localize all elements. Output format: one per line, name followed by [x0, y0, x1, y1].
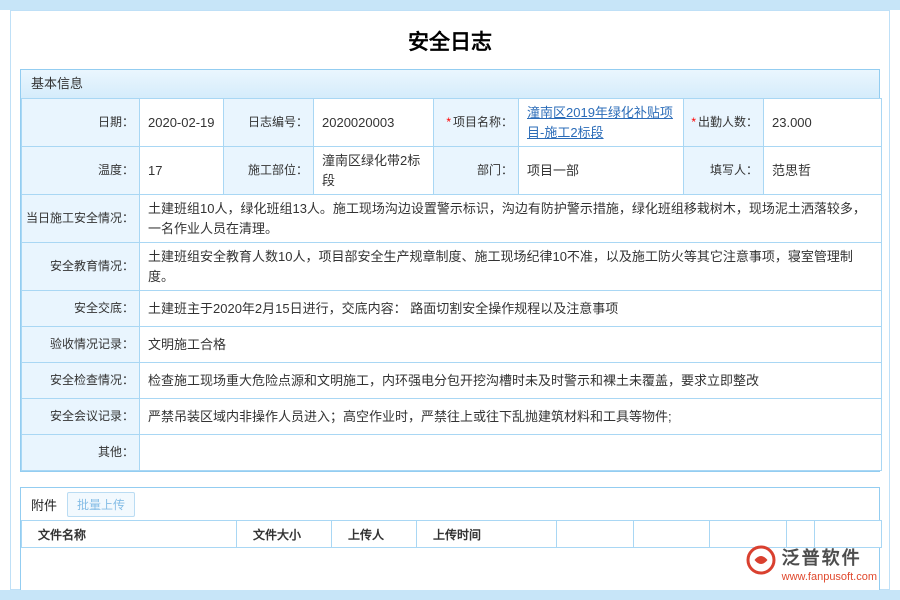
safety-situation-row: 当日施工安全情况： 土建班组10人，绿化班组13人。施工现场沟边设置警示标识，沟… [22, 195, 882, 243]
required-marker: * [691, 115, 696, 129]
safety-education-label: 安全教育情况： [22, 243, 140, 291]
required-marker: * [446, 115, 451, 129]
attendance-value: 23.000 [764, 99, 882, 147]
other-row: 其他： [22, 435, 882, 471]
construction-part-value: 潼南区绿化带2标段 [314, 147, 434, 195]
acceptance-record-value: 文明施工合格 [140, 327, 882, 363]
fanpu-brand-text: 泛普软件 [782, 544, 877, 570]
writer-value: 范思哲 [764, 147, 882, 195]
safety-disclosure-label: 安全交底： [22, 291, 140, 327]
top-border-strip [0, 0, 900, 10]
log-number-value: 2020020003 [314, 99, 434, 147]
project-name-link[interactable]: 潼南区2019年绿化补贴项目-施工2标段 [527, 105, 673, 140]
safety-meeting-row: 安全会议记录： 严禁吊装区域内非操作人员进入；高空作业时，严禁往上或往下乱抛建筑… [22, 399, 882, 435]
basic-row-1: 日期： 2020-02-19 日志编号： 2020020003 *项目名称： 潼… [22, 99, 882, 147]
attachments-title: 附件 [31, 495, 57, 514]
acceptance-record-label: 验收情况记录： [22, 327, 140, 363]
column-empty-1 [557, 521, 634, 548]
other-value [140, 435, 882, 471]
safety-disclosure-row: 安全交底： 土建班主于2020年2月15日进行，交底内容： 路面切割安全操作规程… [22, 291, 882, 327]
department-value: 项目一部 [519, 147, 684, 195]
project-name-label: *项目名称： [434, 99, 519, 147]
basic-info-table: 日期： 2020-02-19 日志编号： 2020020003 *项目名称： 潼… [21, 98, 882, 471]
bottom-border-strip [0, 590, 900, 600]
safety-situation-label: 当日施工安全情况： [22, 195, 140, 243]
batch-upload-button[interactable]: 批量上传 [67, 492, 135, 517]
acceptance-record-row: 验收情况记录： 文明施工合格 [22, 327, 882, 363]
safety-education-value: 土建班组安全教育人数10人，项目部安全生产规章制度、施工现场纪律10不准，以及施… [140, 243, 882, 291]
basic-info-panel: 基本信息 日期： 2020-02-19 日志编号： 2020020003 *项目… [20, 69, 880, 472]
fanpu-logo-icon [745, 544, 777, 576]
date-value: 2020-02-19 [140, 99, 224, 147]
temperature-value: 17 [140, 147, 224, 195]
attendance-label: *出勤人数： [684, 99, 764, 147]
safety-inspection-value: 检查施工现场重大危险点源和文明施工，内环强电分包开挖沟槽时未及时警示和裸土未覆盖… [140, 363, 882, 399]
safety-meeting-value: 严禁吊装区域内非操作人员进入；高空作业时，严禁往上或往下乱抛建筑材料和工具等物件… [140, 399, 882, 435]
department-label: 部门： [434, 147, 519, 195]
fanpu-watermark-text: 泛普软件 www.fanpusoft.com [782, 544, 877, 583]
project-name-cell: 潼南区2019年绿化补贴项目-施工2标段 [519, 99, 684, 147]
safety-meeting-label: 安全会议记录： [22, 399, 140, 435]
page-container: 安全日志 基本信息 日期： 2020-02-19 日志编号： 202002000… [10, 10, 890, 590]
basic-row-2: 温度： 17 施工部位： 潼南区绿化带2标段 部门： 项目一部 填写人： 范思哲 [22, 147, 882, 195]
attachments-toolbar: 附件 批量上传 [21, 488, 879, 520]
basic-info-section-title: 基本信息 [21, 70, 879, 98]
fanpu-watermark: 泛普软件 www.fanpusoft.com [745, 544, 877, 583]
attendance-label-text: 出勤人数： [698, 115, 758, 129]
column-file-size: 文件大小 [237, 521, 332, 548]
column-upload-time: 上传时间 [417, 521, 557, 548]
column-empty-2 [634, 521, 710, 548]
column-file-name: 文件名称 [22, 521, 237, 548]
writer-label: 填写人： [684, 147, 764, 195]
project-name-label-text: 项目名称： [453, 115, 513, 129]
safety-situation-value: 土建班组10人，绿化班组13人。施工现场沟边设置警示标识，沟边有防护警示措施，绿… [140, 195, 882, 243]
construction-part-label: 施工部位： [224, 147, 314, 195]
safety-inspection-row: 安全检查情况： 检查施工现场重大危险点源和文明施工，内环强电分包开挖沟槽时未及时… [22, 363, 882, 399]
safety-disclosure-value: 土建班主于2020年2月15日进行，交底内容： 路面切割安全操作规程以及注意事项 [140, 291, 882, 327]
log-number-label: 日志编号： [224, 99, 314, 147]
other-label: 其他： [22, 435, 140, 471]
safety-education-row: 安全教育情况： 土建班组安全教育人数10人，项目部安全生产规章制度、施工现场纪律… [22, 243, 882, 291]
fanpu-url-text: www.fanpusoft.com [782, 571, 877, 583]
page-title: 安全日志 [11, 11, 889, 69]
column-uploader: 上传人 [332, 521, 417, 548]
temperature-label: 温度： [22, 147, 140, 195]
safety-inspection-label: 安全检查情况： [22, 363, 140, 399]
date-label: 日期： [22, 99, 140, 147]
